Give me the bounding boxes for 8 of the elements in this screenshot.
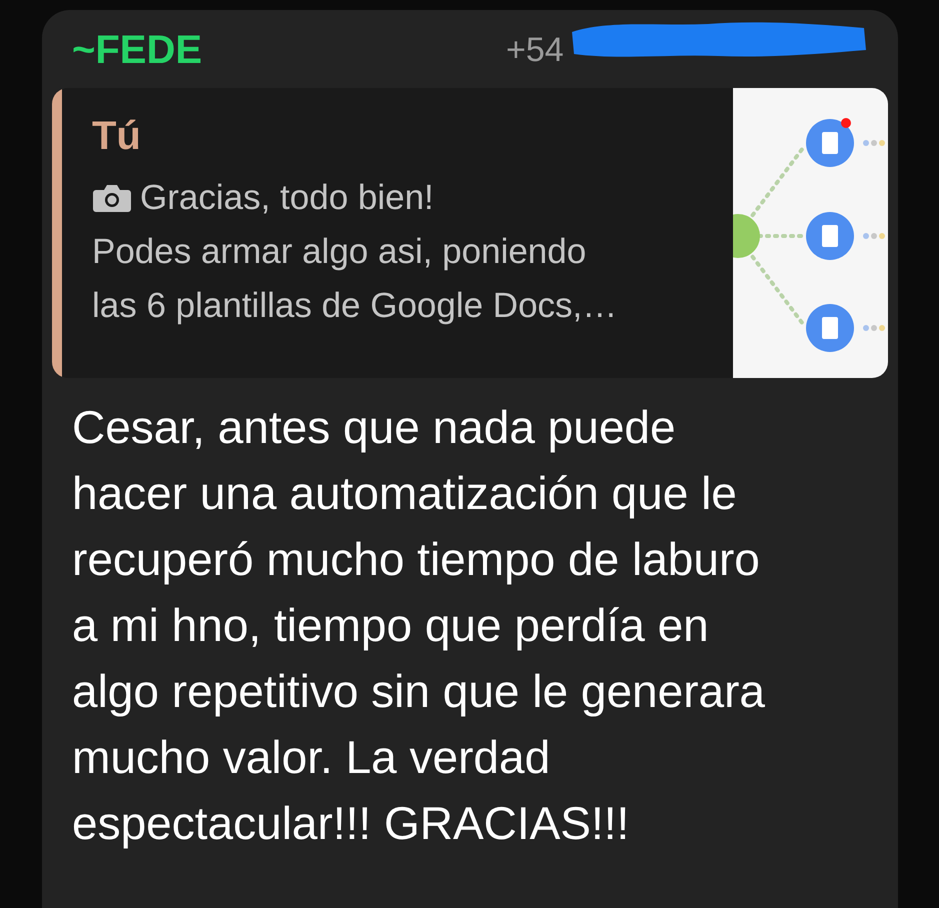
camera-icon <box>92 183 132 213</box>
quote-text: Podes armar algo asi, poniendo las 6 plantillas de Google Docs,… <box>92 231 618 327</box>
sender-name: ~FEDE <box>72 28 202 72</box>
quote-text: Gracias, todo bien! <box>140 177 434 219</box>
quote-author: Tú <box>92 114 142 159</box>
quoted-message[interactable]: Tú Gracias, todo bien! Podes armar algo asi, poniendo las 6 plantillas de Google Docs,… <box>52 88 888 378</box>
phone-number: +54 <box>506 30 564 70</box>
message-text: Cesar, antes que nada puede hacer una automatización que le recuperó mucho tiempo de laburo a mi hno, tiempo que perdía en algo repetitivo sin que le generara mucho valor. La verdad espectacular!!! GRACIAS!!! <box>71 400 766 851</box>
